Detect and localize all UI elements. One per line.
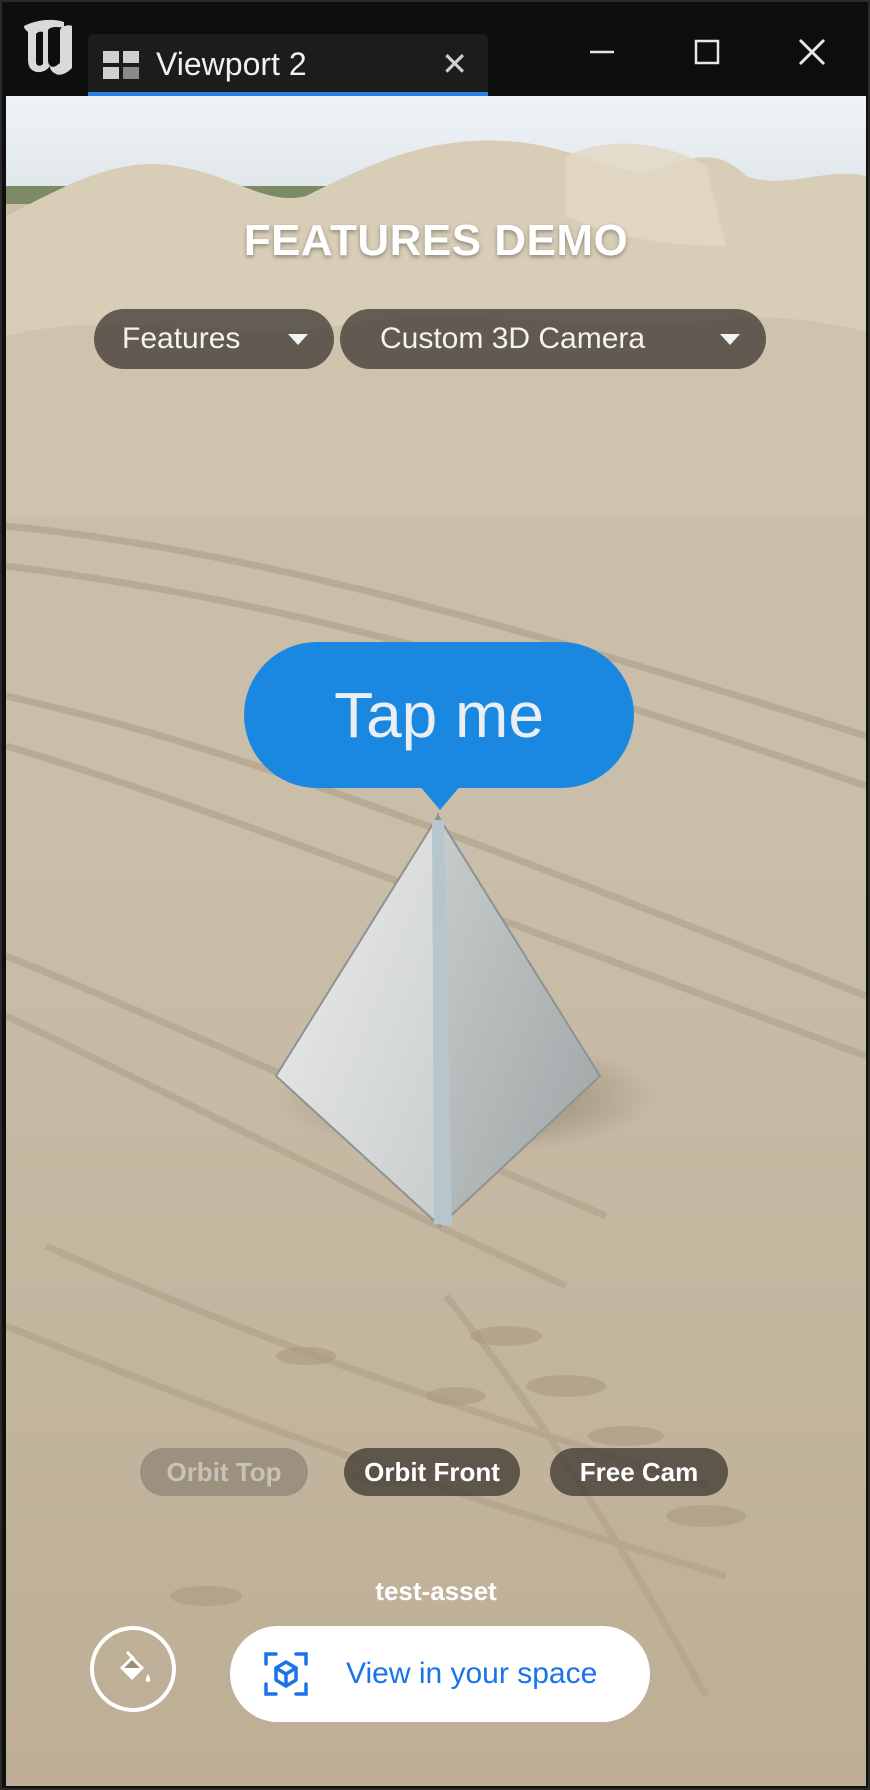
orbit-front-label: Orbit Front (364, 1457, 500, 1487)
title-bar[interactable]: Viewport 2 ✕ (2, 2, 868, 96)
view-in-your-space-label: View in your space (346, 1657, 598, 1690)
feature-dropdown-label: Custom 3D Camera (380, 322, 646, 355)
close-icon[interactable] (782, 22, 842, 82)
free-cam-button[interactable]: Free Cam (550, 1448, 728, 1496)
viewport-area[interactable]: FEATURES DEMO Features Custom 3D Camera … (6, 96, 866, 1786)
tab-label: Viewport 2 (156, 46, 307, 82)
paint-bucket-icon (120, 1650, 151, 1682)
unreal-logo-icon (24, 19, 72, 75)
view-in-ar-icon (264, 1652, 308, 1696)
orbit-front-button[interactable]: Orbit Front (344, 1448, 520, 1496)
app-window: Viewport 2 ✕ FEATURES DEMO Features Cust… (0, 0, 870, 1790)
chevron-down-icon (720, 334, 740, 345)
viewport-layout-icon (103, 51, 139, 79)
category-dropdown-label: Features (122, 322, 241, 355)
asset-name: test-asset (375, 1576, 497, 1606)
hotspot-label: Tap me (334, 679, 544, 751)
orbit-top-button[interactable]: Orbit Top (140, 1448, 308, 1496)
feature-dropdown[interactable]: Custom 3D Camera (340, 309, 766, 369)
free-cam-label: Free Cam (579, 1457, 699, 1487)
category-dropdown[interactable]: Features (94, 309, 334, 369)
chevron-down-icon (288, 334, 308, 345)
orbit-top-label: Orbit Top (166, 1457, 282, 1487)
tab-close-button[interactable]: ✕ (441, 46, 468, 82)
page-title: FEATURES DEMO (243, 216, 629, 265)
hotspot-pointer (418, 784, 462, 810)
tab-viewport-2[interactable]: Viewport 2 ✕ (88, 34, 488, 96)
paint-button[interactable] (90, 1626, 176, 1712)
maximize-icon[interactable] (677, 22, 737, 82)
view-in-your-space-button[interactable]: View in your space (230, 1626, 650, 1722)
tap-me-hotspot[interactable]: Tap me (244, 642, 634, 788)
minimize-icon[interactable] (572, 22, 632, 82)
